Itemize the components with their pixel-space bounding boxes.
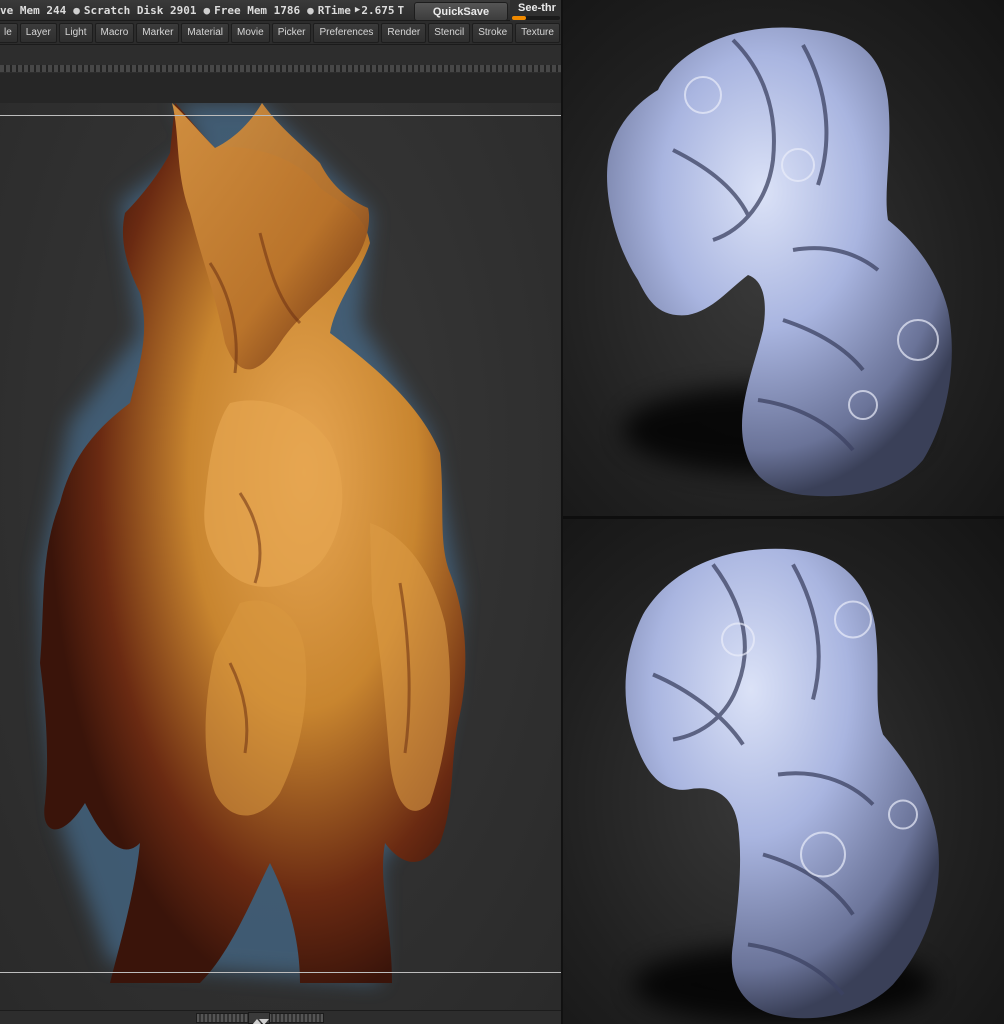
mech-head-render-three-quarter — [625, 548, 939, 1024]
top-shelf — [0, 45, 561, 103]
menu-item-file[interactable]: le — [0, 22, 18, 43]
separator-dot: ● — [73, 3, 80, 17]
render-panel-top — [563, 0, 1004, 516]
see-through-track[interactable] — [512, 16, 560, 20]
see-through-fill — [512, 16, 526, 20]
separator-dot: ● — [307, 3, 314, 17]
mech-head-render-side — [607, 27, 952, 497]
shelf-grip[interactable] — [0, 65, 561, 72]
scratch-disk-readout: Scratch Disk 2901 — [83, 3, 197, 17]
tray-arrows-icon — [252, 1019, 269, 1024]
document-canvas[interactable] — [0, 103, 561, 1010]
free-mem-readout: Free Mem 1786 — [214, 3, 301, 17]
menu-item-light[interactable]: Light — [58, 22, 93, 43]
rtime-value: 2.675 — [361, 3, 395, 17]
menu-item-texture[interactable]: Texture — [515, 22, 560, 43]
render-panel-bottom — [563, 519, 1004, 1024]
shelf-empty-area — [0, 73, 561, 103]
menu-item-picker[interactable]: Picker — [271, 22, 312, 43]
menu-item-stencil[interactable]: Stencil — [428, 22, 471, 43]
menu-item-render[interactable]: Render — [381, 22, 427, 43]
rtime-label: RTime — [317, 3, 351, 17]
play-arrow-icon: ▶ — [354, 5, 361, 15]
timer-label: T — [397, 3, 405, 17]
tray-toggle-icon[interactable] — [248, 1012, 270, 1024]
menu-item-stroke[interactable]: Stroke — [472, 22, 514, 43]
menu-item-macro[interactable]: Macro — [94, 22, 135, 43]
separator-dot: ● — [203, 3, 211, 17]
menu-item-marker[interactable]: Marker — [136, 22, 180, 43]
screenshot-root: ve Mem 244 ● Scratch Disk 2901 ● Free Me… — [0, 0, 1004, 1024]
canvas-border-top — [0, 115, 561, 116]
canvas-border-bottom — [0, 972, 561, 973]
quicksave-button[interactable]: QuickSave — [414, 2, 508, 21]
menu-item-movie[interactable]: Movie — [231, 22, 270, 43]
see-through-label: See-thr — [518, 2, 556, 14]
menu-bar: le Layer Light Macro Marker Material Mov… — [0, 21, 561, 45]
mech-head-shape — [625, 548, 939, 1019]
bottom-tray — [0, 1010, 561, 1024]
menu-item-preferences[interactable]: Preferences — [313, 22, 380, 43]
menu-item-material[interactable]: Material — [181, 22, 229, 43]
zbrush-window: ve Mem 244 ● Scratch Disk 2901 ● Free Me… — [0, 0, 561, 1024]
see-through-slider[interactable]: See-thr — [510, 0, 561, 21]
menu-item-layer[interactable]: Layer — [19, 22, 57, 43]
creature-sculpt-image — [40, 103, 466, 983]
active-mem-readout: ve Mem 244 — [0, 3, 67, 17]
